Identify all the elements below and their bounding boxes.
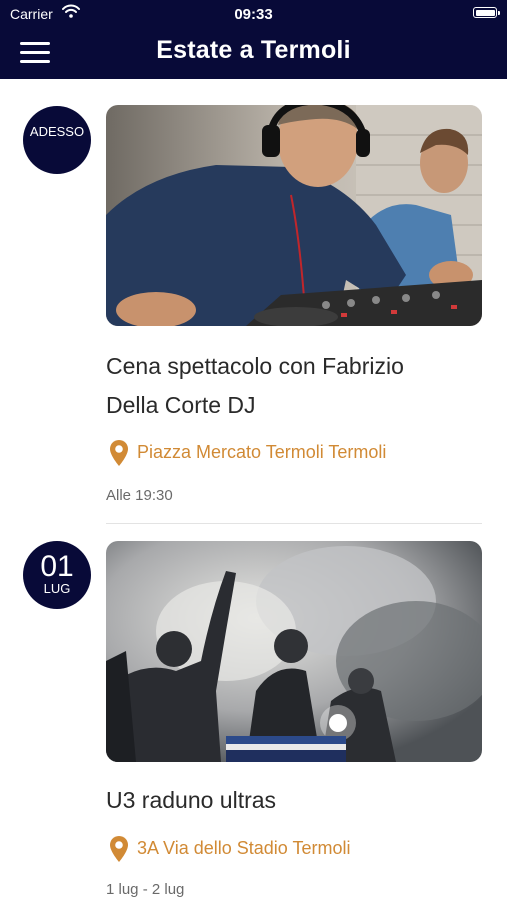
date-badge: ADESSO (23, 106, 91, 174)
badge-day: 01 (40, 550, 74, 583)
badge-month: LUG (43, 581, 71, 596)
status-bar: Carrier 09:33 (0, 0, 507, 28)
event-location[interactable]: Piazza Mercato Termoli Termoli (106, 439, 486, 466)
event-card[interactable]: ADESSO Cena spettacolo con Fabrizio Dell… (0, 105, 507, 525)
badge-now-label: ADESSO (29, 124, 85, 139)
event-image[interactable] (106, 105, 482, 326)
battery-icon (473, 7, 500, 18)
event-time: Alle 19:30 (106, 487, 173, 504)
event-image[interactable] (106, 541, 482, 762)
status-time: 09:33 (234, 6, 273, 23)
date-badge: 01 LUG (23, 541, 91, 609)
location-pin-icon (110, 440, 128, 466)
divider (106, 523, 482, 524)
page-title: Estate a Termoli (156, 36, 351, 64)
location-label: 3A Via dello Stadio Termoli (137, 838, 351, 858)
event-time: 1 lug - 2 lug (106, 881, 185, 898)
event-location[interactable]: 3A Via dello Stadio Termoli (106, 835, 486, 862)
app-header: Carrier 09:33 Estate a Termoli (0, 0, 507, 79)
location-pin-icon (110, 836, 128, 862)
event-card[interactable]: 01 LUG U3 raduno ultras 3A Via dello Sta… (0, 541, 507, 901)
location-label: Piazza Mercato Termoli Termoli (137, 442, 387, 462)
event-title[interactable]: Cena spettacolo con Fabrizio Della Corte… (106, 347, 476, 425)
event-title[interactable]: U3 raduno ultras (106, 781, 476, 820)
